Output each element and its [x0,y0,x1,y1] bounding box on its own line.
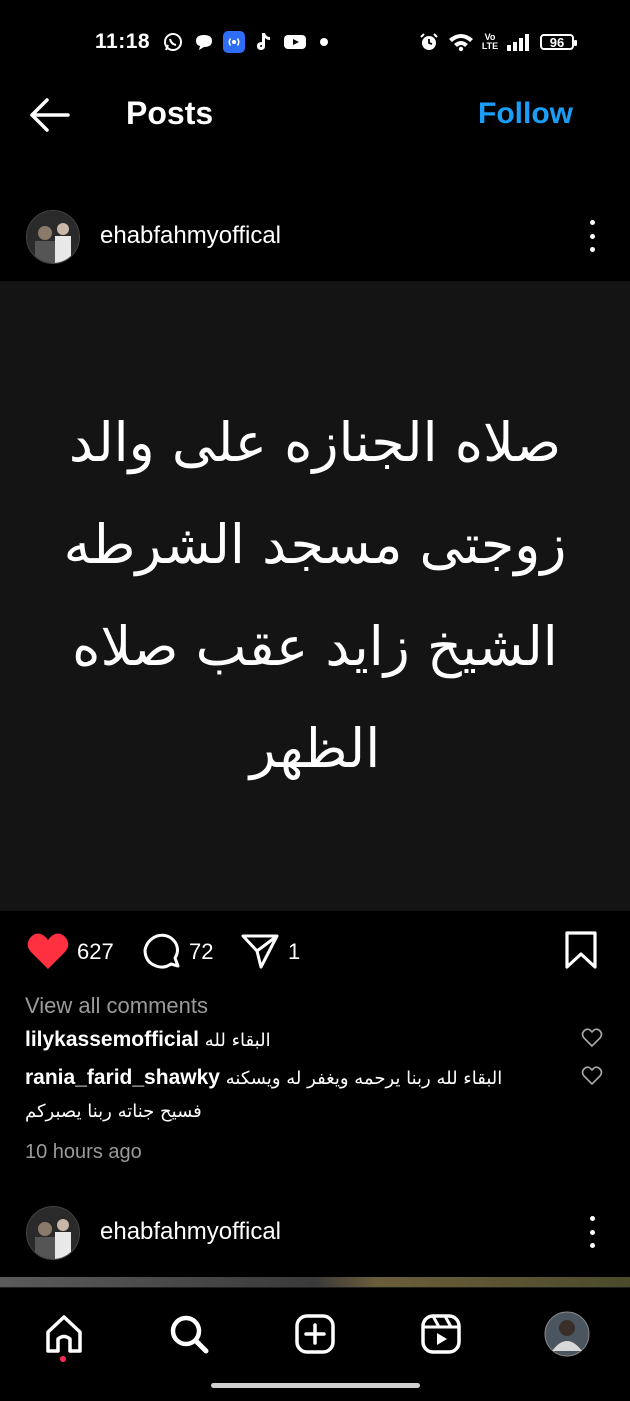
comment-row-continuation: فسيح جناته ربنا يصبركم [25,1094,202,1129]
notification-dot [60,1356,66,1362]
status-time: 11:18 [95,30,151,53]
tiktok-icon [254,32,274,52]
more-options-icon[interactable] [586,1216,598,1248]
signal-icon [506,32,532,52]
post-text-line: صلاه الجنازه على والد [68,411,562,474]
shares-count[interactable]: 1 [288,939,300,965]
comment-like-icon[interactable] [581,1028,603,1048]
profile-avatar [544,1311,590,1357]
comment-row: rania_farid_shawky البقاء لله ربنا يرحمه… [25,1061,502,1096]
battery-icon: 96 [540,34,577,50]
post-username[interactable]: ehabfahmyoffical [100,1218,281,1246]
post-username[interactable]: ehabfahmyoffical [100,222,281,250]
post-image-text: صلاه الجنازه على والد زوجتى مسجد الشرطه … [15,392,615,800]
more-options-icon[interactable] [586,220,598,252]
dot-icon [320,38,328,46]
avatar[interactable] [26,1206,80,1260]
comment-like-icon[interactable] [581,1066,603,1086]
save-button[interactable] [563,930,599,970]
create-icon [295,1314,335,1354]
post-text-line: الظهر [249,717,381,780]
comment-text: البقاء لله [204,1030,271,1051]
whatsapp-icon [163,32,183,52]
back-button[interactable] [28,95,72,135]
home-indicator[interactable] [211,1383,420,1388]
nav-search[interactable] [165,1310,213,1358]
follow-button[interactable]: Follow [478,97,573,131]
home-icon [46,1315,82,1353]
comment-icon [143,933,180,969]
reels-icon [421,1314,461,1354]
page-title: Posts [126,95,214,131]
send-icon [241,934,279,969]
like-button[interactable] [26,931,70,971]
comment-username[interactable]: rania_farid_shawky [25,1066,220,1089]
youtube-icon [283,32,307,52]
view-all-comments-link[interactable]: View all comments [25,993,208,1019]
bookmark-icon [565,931,597,969]
post-image[interactable]: صلاه الجنازه على والد زوجتى مسجد الشرطه … [0,281,630,911]
comment-row: lilykassemofficial البقاء لله [25,1023,271,1058]
chat-bubble-icon [194,32,214,52]
post-text-line: الشيخ زايد عقب صلاه [72,615,558,678]
next-post-image[interactable] [0,1277,630,1287]
nav-home[interactable] [40,1310,88,1362]
status-bar: 11:18 Vo LTE 96 [0,0,630,86]
comment-button[interactable] [142,931,182,971]
comment-text: البقاء لله ربنا يرحمه ويغفر له ويسكنه [225,1068,503,1089]
wifi-icon [448,32,474,52]
heart-icon [27,933,69,969]
post-timestamp: 10 hours ago [25,1141,142,1163]
search-icon [170,1315,209,1354]
radio-broadcast-icon [223,31,245,53]
comment-username[interactable]: lilykassemofficial [25,1028,199,1051]
nav-profile[interactable] [543,1310,591,1358]
avatar[interactable] [26,210,80,264]
likes-count[interactable]: 627 [77,939,114,965]
share-button[interactable] [240,931,280,971]
post-text-line: زوجتى مسجد الشرطه [63,513,567,576]
comments-count[interactable]: 72 [189,939,213,965]
alarm-icon [419,32,439,52]
nav-reels[interactable] [417,1310,465,1358]
comment-text-continuation: فسيح جناته ربنا يصبركم [25,1101,202,1122]
nav-create[interactable] [291,1310,339,1358]
back-arrow-icon [30,98,70,132]
volte-icon: Vo LTE [481,32,499,51]
